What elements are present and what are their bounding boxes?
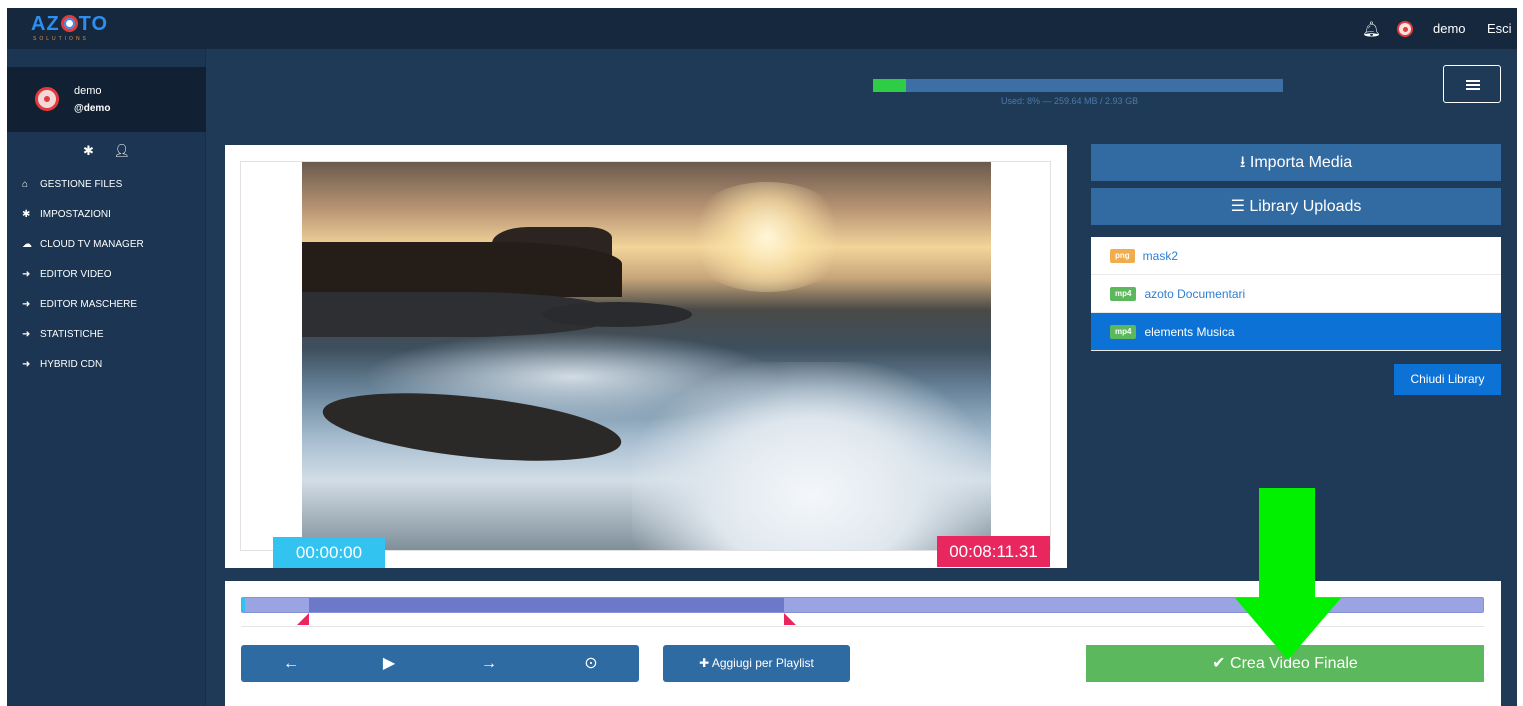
arrow-right-icon: ➜ xyxy=(22,329,31,340)
end-time-label: 00:08:11.31 xyxy=(937,536,1050,567)
sidebar-item-label: HYBRID CDN xyxy=(40,359,103,370)
start-marker-handle[interactable] xyxy=(297,613,309,625)
storage-usage-label: Used: 8% — 259.64 MB / 2.93 GB xyxy=(1001,96,1139,106)
list-item[interactable]: png mask2 xyxy=(1091,237,1501,275)
list-icon: ☰ xyxy=(1230,198,1245,215)
file-name: elements Musica xyxy=(1144,324,1235,339)
end-marker-handle[interactable] xyxy=(784,613,797,625)
hamburger-menu-button[interactable] xyxy=(1443,65,1501,103)
library-uploads-button[interactable]: ☰ Library Uploads xyxy=(1091,188,1501,225)
library-list: png mask2 mp4 azoto Documentari mp4 elem… xyxy=(1091,237,1501,351)
sidebar-item-editor-maschere[interactable]: ➜ EDITOR MASCHERE xyxy=(7,297,206,327)
video-frame[interactable] xyxy=(302,162,991,550)
gear-icon: ✱ xyxy=(22,209,31,220)
annotation-arrow-shaft xyxy=(1259,488,1315,598)
sidebar-item-statistiche[interactable]: ➜ STATISTICHE xyxy=(7,327,206,357)
download-icon: ⭳ xyxy=(1239,154,1246,171)
arrow-right-icon[interactable]: → xyxy=(454,645,524,682)
sidebar-item-hybrid-cdn[interactable]: ➜ HYBRID CDN xyxy=(7,357,206,387)
import-media-label: Importa Media xyxy=(1249,154,1353,171)
logo-subtitle: SOLUTIONS xyxy=(33,36,89,42)
check-icon: ✔ xyxy=(1212,655,1226,672)
arrow-right-icon: ➜ xyxy=(22,269,31,280)
cloud-icon: ☁ xyxy=(22,239,32,250)
top-avatar[interactable] xyxy=(1397,21,1413,37)
sidebar-item-label: CLOUD TV MANAGER xyxy=(40,239,144,250)
file-type-badge: mp4 xyxy=(1110,324,1137,339)
annotation-arrow-head xyxy=(1235,598,1341,660)
profile-name: demo xyxy=(74,85,102,97)
arrow-right-icon: ➜ xyxy=(22,299,31,310)
bell-icon[interactable]: 🔔︎ xyxy=(1362,20,1381,38)
arrow-right-icon: ➜ xyxy=(22,359,31,370)
sidebar-item-impostazioni[interactable]: ✱ IMPOSTAZIONI xyxy=(7,207,206,237)
video-player-panel: 00:00:00 00:08:11.31 xyxy=(225,145,1067,568)
storage-usage-bar xyxy=(873,79,1283,92)
list-item[interactable]: mp4 elements Musica xyxy=(1091,313,1501,351)
sidebar-menu: ⌂ GESTIONE FILES ✱ IMPOSTAZIONI ☁ CLOUD TV … xyxy=(7,177,206,387)
play-icon[interactable]: ▶ xyxy=(354,645,424,682)
avatar xyxy=(35,87,59,111)
file-type-badge: png xyxy=(1110,248,1135,263)
top-bar: AZ TO SOLUTIONS 🔔︎ demo Esci xyxy=(7,8,1517,49)
logo[interactable]: AZ TO xyxy=(31,14,108,34)
timeline-cursor[interactable] xyxy=(242,598,245,612)
add-to-playlist-label: Aggiugi per Playlist xyxy=(711,656,814,670)
sidebar: demo @demo ✱ 👤︎ ⌂ GESTIONE FILES ✱ IMPOSTA… xyxy=(7,49,206,706)
playback-controls: ← ▶ → ⊙ xyxy=(241,645,639,682)
list-item[interactable]: mp4 azoto Documentari xyxy=(1091,275,1501,313)
file-name: azoto Documentari xyxy=(1144,286,1246,301)
profile-card: demo @demo xyxy=(7,67,206,132)
top-username[interactable]: demo xyxy=(1433,21,1466,36)
home-icon: ⌂ xyxy=(22,179,29,190)
sidebar-item-label: EDITOR VIDEO xyxy=(40,269,112,280)
plus-icon: ✚ xyxy=(699,656,710,670)
logout-link[interactable]: Esci xyxy=(1487,21,1512,36)
file-name: mask2 xyxy=(1142,248,1179,263)
app-window: AZ TO SOLUTIONS 🔔︎ demo Esci demo @demo ✱… xyxy=(7,8,1517,706)
start-time-label: 00:00:00 xyxy=(273,537,385,568)
user-icon[interactable]: 👤︎ xyxy=(114,143,131,159)
arrow-left-icon[interactable]: ← xyxy=(256,645,326,682)
sidebar-item-label: IMPOSTAZIONI xyxy=(40,209,111,220)
add-to-playlist-button[interactable]: ✚ Aggiugi per Playlist xyxy=(663,645,850,682)
file-type-badge: mp4 xyxy=(1110,286,1137,301)
video-player[interactable]: 00:00:00 00:08:11.31 xyxy=(240,161,1051,568)
sidebar-quick-icons: ✱ 👤︎ xyxy=(83,143,146,159)
import-media-button[interactable]: ⭳ Importa Media xyxy=(1091,144,1501,181)
sidebar-item-label: STATISTICHE xyxy=(40,329,104,340)
storage-usage-fill xyxy=(873,79,906,92)
close-library-button[interactable]: Chiudi Library xyxy=(1394,364,1501,395)
play-circle-icon[interactable]: ⊙ xyxy=(556,645,626,682)
gear-icon[interactable]: ✱ xyxy=(83,143,94,159)
sidebar-item-label: GESTIONE FILES xyxy=(40,179,123,190)
sidebar-item-gestione-files[interactable]: ⌂ GESTIONE FILES xyxy=(7,177,206,207)
sidebar-item-cloud-tv-manager[interactable]: ☁ CLOUD TV MANAGER xyxy=(7,237,206,267)
sidebar-item-editor-video[interactable]: ➜ EDITOR VIDEO xyxy=(7,267,206,297)
library-uploads-label: Library Uploads xyxy=(1249,198,1362,215)
sidebar-item-label: EDITOR MASCHERE xyxy=(40,299,138,310)
timeline-selection[interactable] xyxy=(309,598,785,612)
profile-handle: @demo xyxy=(74,103,111,114)
